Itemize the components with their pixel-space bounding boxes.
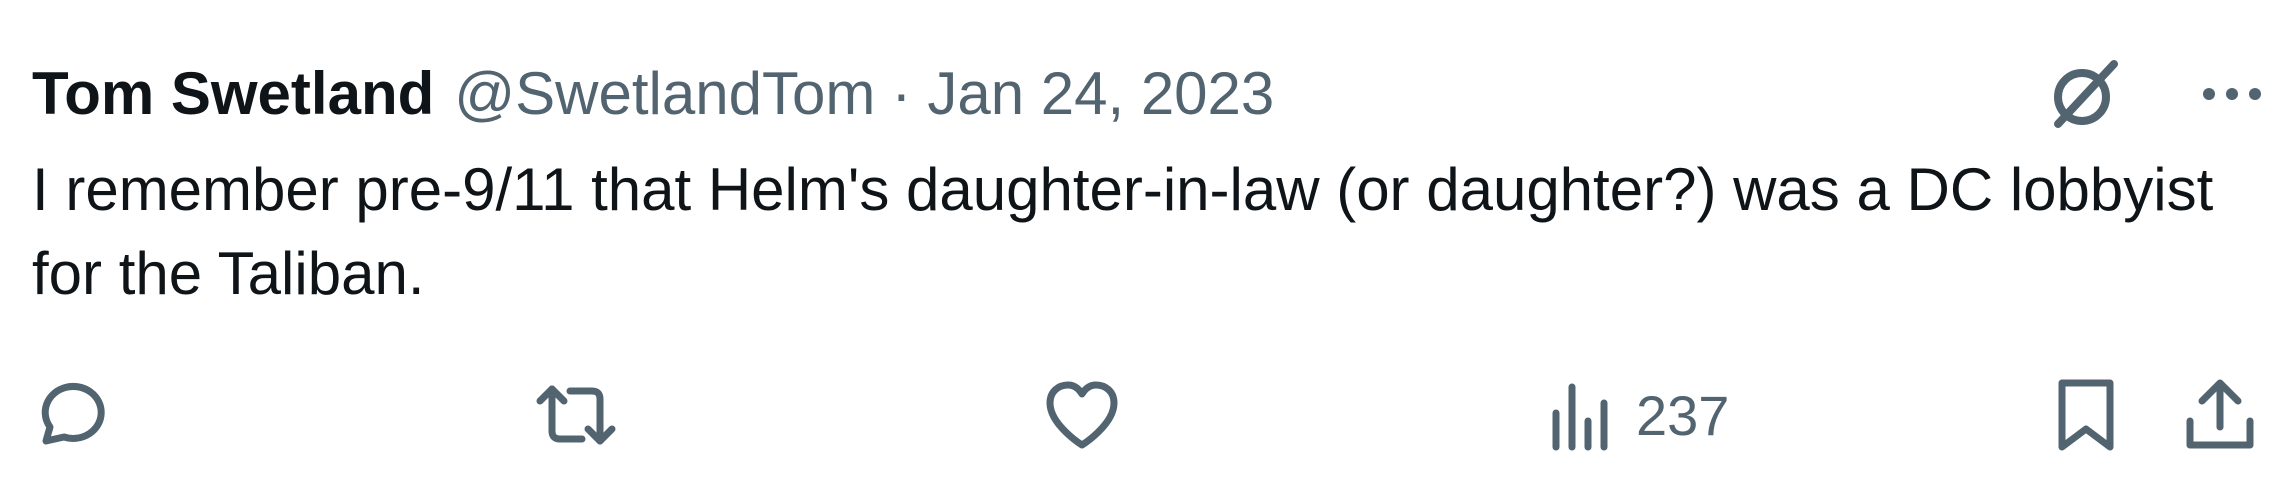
views-icon bbox=[1552, 383, 1608, 451]
header-separator: · bbox=[891, 60, 912, 127]
grok-icon bbox=[2054, 60, 2118, 128]
retweet-icon bbox=[536, 385, 616, 445]
like-button[interactable] bbox=[1042, 370, 1122, 460]
more-icon bbox=[2203, 88, 2261, 100]
author-handle[interactable]: @SwetlandTom bbox=[454, 54, 875, 134]
tweet-header: Tom Swetland @SwetlandTom · Jan 24, 2023 bbox=[32, 54, 1274, 134]
author-name[interactable]: Tom Swetland bbox=[32, 54, 434, 134]
views-button[interactable]: 237 bbox=[1548, 370, 1729, 460]
grok-button[interactable] bbox=[2034, 52, 2134, 136]
share-icon bbox=[2186, 379, 2254, 449]
tweet: Tom Swetland @SwetlandTom · Jan 24, 2023… bbox=[0, 0, 2294, 486]
tweet-text: I remember pre-9/11 that Helm's daughter… bbox=[32, 156, 2214, 307]
share-button[interactable] bbox=[2182, 370, 2258, 460]
tweet-actions: 237 bbox=[0, 370, 2294, 460]
more-button[interactable] bbox=[2182, 52, 2282, 136]
bookmark-button[interactable] bbox=[2052, 370, 2120, 460]
tweet-date[interactable]: Jan 24, 2023 bbox=[927, 54, 1274, 134]
like-icon bbox=[1046, 381, 1118, 449]
views-count: 237 bbox=[1636, 383, 1730, 447]
retweet-button[interactable] bbox=[532, 370, 620, 460]
reply-button[interactable] bbox=[30, 370, 106, 460]
header-actions bbox=[2034, 52, 2294, 136]
reply-icon bbox=[41, 382, 105, 445]
bookmark-icon bbox=[2058, 379, 2114, 451]
